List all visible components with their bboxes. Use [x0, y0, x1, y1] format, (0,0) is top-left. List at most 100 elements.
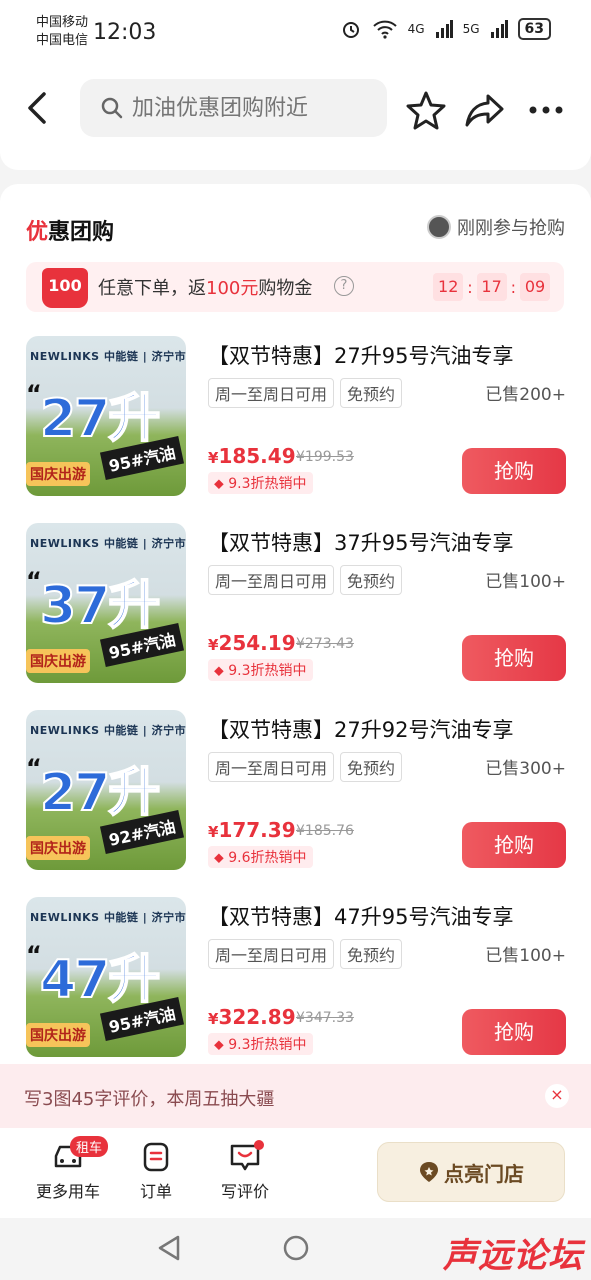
- store-button-label: 点亮门店: [444, 1161, 524, 1186]
- review-prompt[interactable]: 写3图45字评价，本周五抽大疆 ×: [0, 1064, 591, 1128]
- thumb-volume: 27升: [39, 388, 161, 450]
- back-button[interactable]: [22, 88, 56, 128]
- back-arrow-icon: [28, 92, 46, 124]
- help-icon[interactable]: ?: [334, 276, 354, 296]
- price-value: 185.49: [218, 444, 296, 468]
- signal-icon-2: [490, 20, 508, 38]
- buy-button[interactable]: 抢购: [462, 1009, 566, 1055]
- product-thumbnail[interactable]: NEWLINKS 中能链 | 济宁市适用 “ 27升 92#汽油 国庆出游: [26, 710, 186, 870]
- bottom-bar: 更多用车 租车 订单 写评价 点亮门店: [0, 1128, 591, 1218]
- product-thumbnail[interactable]: NEWLINKS 中能链 | 济宁市适用 “ 37升 95#汽油 国庆出游: [26, 523, 186, 683]
- promo-banner[interactable]: 100 任意下单，返100元购物金 ? 12 : 17 : 09: [26, 262, 564, 312]
- price-value: 177.39: [218, 818, 296, 842]
- search-box[interactable]: [80, 79, 387, 137]
- star-icon[interactable]: [406, 90, 446, 130]
- timer-hours: 12: [433, 273, 464, 301]
- android-nav-bar: 声远论坛: [0, 1218, 591, 1280]
- product-tag: 周一至周日可用: [208, 565, 335, 595]
- status-bar: 中国移动 中国电信 12:03 4G 5G 63: [0, 0, 591, 66]
- rent-badge: 租车: [70, 1136, 109, 1157]
- search-icon: [101, 97, 123, 119]
- thumb-tag: 国庆出游: [26, 1023, 90, 1047]
- carrier-2: 中国电信: [36, 33, 89, 48]
- product-tag: 周一至周日可用: [208, 752, 335, 782]
- product-title[interactable]: 【双节特惠】27升92号汽油专享: [208, 714, 513, 744]
- clock: 12:03: [93, 20, 157, 45]
- product-title[interactable]: 【双节特惠】37升95号汽油专享: [208, 527, 513, 557]
- product-item[interactable]: NEWLINKS 中能链 | 济宁市适用 “ 27升 92#汽油 国庆出游 【双…: [26, 710, 566, 870]
- promo-text-after: 购物金: [258, 278, 313, 299]
- search-input[interactable]: [132, 95, 372, 121]
- product-title[interactable]: 【双节特惠】27升95号汽油专享: [208, 340, 513, 370]
- currency-symbol: ¥: [208, 1010, 219, 1028]
- promo-text-before: 任意下单，返: [98, 278, 206, 299]
- discount-text: 9.3折热销中: [228, 663, 307, 679]
- promo-badge: 100: [42, 268, 88, 308]
- original-price: ¥185.76: [296, 823, 354, 839]
- section-title-mark: 优: [26, 220, 49, 245]
- participants: 刚刚参与抢购: [427, 214, 565, 240]
- thumb-tag: 国庆出游: [26, 649, 90, 673]
- timer-minutes: 17: [476, 273, 507, 301]
- tab-write-review[interactable]: 写评价: [218, 1140, 272, 1202]
- currency-symbol: ¥: [208, 823, 219, 841]
- network-5g-label: 5G: [462, 22, 480, 36]
- currency-symbol: ¥: [208, 449, 219, 467]
- discount-badge: ⬥ 9.3折热销中: [208, 472, 313, 494]
- buy-button[interactable]: 抢购: [462, 448, 566, 494]
- tab-more-label: 更多用车: [35, 1182, 100, 1201]
- product-tag: 周一至周日可用: [208, 939, 335, 969]
- thumb-tag: 国庆出游: [26, 836, 90, 860]
- orders-icon: [139, 1142, 173, 1172]
- thumb-volume: 27升: [39, 762, 161, 824]
- buy-button[interactable]: 抢购: [462, 635, 566, 681]
- nav-bar: [0, 66, 591, 170]
- currency-symbol: ¥: [208, 636, 219, 654]
- product-tag: 免预约: [340, 565, 403, 595]
- thumb-brand: NEWLINKS 中能链 | 济宁市适用: [30, 537, 186, 550]
- group-buy-card: 优惠团购 刚刚参与抢购 100 任意下单，返100元购物金 ? 12 : 17 …: [0, 184, 591, 1084]
- price-value: 322.89: [218, 1005, 296, 1029]
- product-tags: 周一至周日可用 免预约: [208, 752, 403, 782]
- discount-text: 9.3折热销中: [228, 1037, 307, 1053]
- timer-separator: :: [510, 277, 516, 297]
- product-item[interactable]: NEWLINKS 中能链 | 济宁市适用 “ 37升 95#汽油 国庆出游 【双…: [26, 523, 566, 683]
- product-tags: 周一至周日可用 免预约: [208, 939, 403, 969]
- buy-button[interactable]: 抢购: [462, 822, 566, 868]
- share-icon[interactable]: [464, 90, 504, 130]
- price-value: 254.19: [218, 631, 296, 655]
- avatar: [427, 215, 451, 239]
- light-up-store-button[interactable]: 点亮门店: [377, 1142, 565, 1202]
- product-tag: 周一至周日可用: [208, 378, 335, 408]
- back-triangle-icon[interactable]: [156, 1234, 182, 1262]
- carrier-1: 中国移动: [36, 15, 89, 30]
- location-pin-icon: [420, 1162, 438, 1182]
- timer-seconds: 09: [520, 273, 550, 301]
- original-price: ¥347.33: [296, 1010, 354, 1026]
- section-title: 优惠团购: [26, 214, 114, 246]
- thumb-brand: NEWLINKS 中能链 | 济宁市适用: [30, 350, 186, 363]
- thumb-volume: 37升: [39, 575, 161, 637]
- product-price: ¥185.49: [208, 444, 296, 468]
- more-icon[interactable]: [526, 90, 566, 130]
- original-price: ¥273.43: [296, 636, 354, 652]
- product-thumbnail[interactable]: NEWLINKS 中能链 | 济宁市适用 “ 27升 95#汽油 国庆出游: [26, 336, 186, 496]
- close-icon[interactable]: ×: [545, 1084, 569, 1108]
- original-price: ¥199.53: [296, 449, 354, 465]
- wifi-icon: [372, 20, 397, 39]
- product-item[interactable]: NEWLINKS 中能链 | 济宁市适用 “ 47升 95#汽油 国庆出游 【双…: [26, 897, 566, 1057]
- product-price: ¥254.19: [208, 631, 296, 655]
- review-icon: [228, 1140, 264, 1172]
- product-price: ¥322.89: [208, 1005, 296, 1029]
- tab-review-label: 写评价: [220, 1182, 269, 1201]
- product-tag: 免预约: [340, 752, 403, 782]
- product-title[interactable]: 【双节特惠】47升95号汽油专享: [208, 901, 513, 931]
- product-thumbnail[interactable]: NEWLINKS 中能链 | 济宁市适用 “ 47升 95#汽油 国庆出游: [26, 897, 186, 1057]
- tab-orders[interactable]: 订单: [136, 1142, 176, 1202]
- alarm-icon: [342, 22, 359, 38]
- home-circle-icon[interactable]: [282, 1234, 310, 1262]
- sold-count: 已售200+: [485, 385, 566, 405]
- product-item[interactable]: NEWLINKS 中能链 | 济宁市适用 “ 27升 95#汽油 国庆出游 【双…: [26, 336, 566, 496]
- participants-text: 刚刚参与抢购: [457, 218, 565, 239]
- thumb-volume: 47升: [39, 949, 161, 1011]
